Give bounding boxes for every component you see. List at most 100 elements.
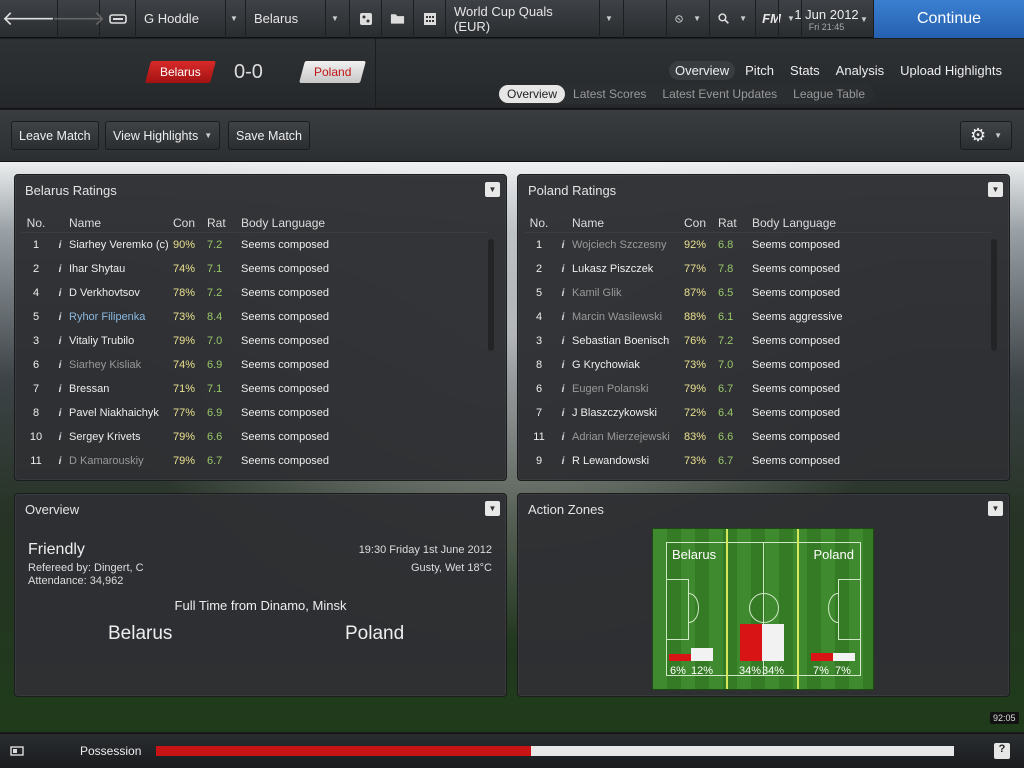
info-icon[interactable]: i bbox=[554, 240, 572, 251]
tab-analysis[interactable]: Analysis bbox=[830, 61, 890, 80]
col-name[interactable]: Name bbox=[572, 216, 684, 230]
table-row[interactable]: 4 i Marcin Wasilewski 88% 6.1 Seems aggressiv… bbox=[524, 305, 991, 329]
team-menu[interactable]: Belarus bbox=[246, 0, 326, 38]
player-name[interactable]: J Blaszczykowski bbox=[572, 407, 684, 419]
info-icon[interactable]: i bbox=[554, 288, 572, 299]
back-button[interactable]: 🡐 bbox=[0, 0, 58, 38]
table-row[interactable]: 6 i Eugen Polanski 79% 6.7 Seems composed bbox=[524, 377, 991, 401]
manager-dropdown[interactable]: ▼ bbox=[226, 0, 246, 38]
help-button[interactable]: ? bbox=[994, 743, 1010, 759]
info-icon[interactable]: i bbox=[554, 360, 572, 371]
info-icon[interactable]: i bbox=[51, 240, 69, 251]
scrollbar[interactable] bbox=[991, 239, 997, 351]
manager-menu[interactable]: G Hoddle bbox=[136, 0, 226, 38]
col-con[interactable]: Con bbox=[173, 216, 207, 230]
leave-match-button[interactable]: Leave Match bbox=[11, 121, 99, 150]
player-name[interactable]: Pavel Niakhaichyk bbox=[69, 407, 173, 419]
player-name[interactable]: Siarhey Veremko (c) bbox=[69, 239, 173, 251]
table-row[interactable]: 7 i Bressan 71% 7.1 Seems composed bbox=[21, 377, 488, 401]
player-name[interactable]: Siarhey Kisliak bbox=[69, 359, 173, 371]
info-icon[interactable]: i bbox=[554, 264, 572, 275]
player-name[interactable]: Ihar Shytau bbox=[69, 263, 173, 275]
settings-button[interactable]: ⚙ ▼ bbox=[960, 121, 1012, 150]
player-name[interactable]: D Verkhovtsov bbox=[69, 287, 173, 299]
away-team-badge[interactable]: Poland bbox=[299, 61, 367, 83]
table-row[interactable]: 3 i Sebastian Boenisch 76% 7.2 Seems composed bbox=[524, 329, 991, 353]
table-row[interactable]: 10 i Sergey Krivets 79% 6.6 Seems composed bbox=[21, 425, 488, 449]
table-row[interactable]: 2 i Lukasz Piszczek 77% 7.8 Seems composed bbox=[524, 257, 991, 281]
tab-upload-highlights[interactable]: Upload Highlights bbox=[894, 61, 1008, 80]
table-row[interactable]: 2 i Ihar Shytau 74% 7.1 Seems composed bbox=[21, 257, 488, 281]
table-row[interactable]: 11 i Adrian Mierzejewski 83% 6.6 Seems compos… bbox=[524, 425, 991, 449]
panel-menu-button[interactable]: ▼ bbox=[485, 501, 500, 516]
table-row[interactable]: 11 i D Kamarouskiy 79% 6.7 Seems composed bbox=[21, 449, 488, 473]
player-name[interactable]: Kamil Glik bbox=[572, 287, 684, 299]
player-name[interactable]: Sebastian Boenisch bbox=[572, 335, 684, 347]
player-name[interactable]: Ryhor Filipenka bbox=[69, 311, 173, 323]
table-row[interactable]: 7iJ Blaszczykowski 72% 6.4 Seems composed bbox=[524, 401, 991, 425]
table-row[interactable]: 5 i Kamil Glik 87% 6.5 Seems composed bbox=[524, 281, 991, 305]
info-icon[interactable]: i bbox=[554, 384, 572, 395]
info-icon[interactable]: i bbox=[554, 312, 572, 323]
info-icon[interactable]: i bbox=[51, 408, 69, 419]
competition-dropdown[interactable]: ▼ bbox=[600, 0, 624, 38]
continue-button[interactable]: Continue bbox=[874, 0, 1024, 38]
player-name[interactable]: Adrian Mierzejewski bbox=[572, 431, 684, 443]
date-dropdown[interactable]: ▼ bbox=[860, 0, 874, 38]
info-icon[interactable]: i bbox=[51, 264, 69, 275]
col-rat[interactable]: Rat bbox=[207, 216, 241, 230]
col-no[interactable]: No. bbox=[524, 216, 554, 230]
expand-button[interactable] bbox=[10, 745, 24, 756]
view-highlights-button[interactable]: View Highlights ▼ bbox=[105, 121, 221, 150]
player-name[interactable]: D Kamarouskiy bbox=[69, 455, 173, 467]
table-row[interactable]: 4iD Verkhovtsov 78% 7.2 Seems composed bbox=[21, 281, 488, 305]
subtab-latest-scores[interactable]: Latest Scores bbox=[565, 85, 654, 103]
player-name[interactable]: Eugen Polanski bbox=[572, 383, 684, 395]
calendar-button[interactable] bbox=[414, 0, 446, 38]
subtab-latest-event-updates[interactable]: Latest Event Updates bbox=[654, 85, 785, 103]
tactics-button[interactable] bbox=[350, 0, 382, 38]
col-rat[interactable]: Rat bbox=[718, 216, 752, 230]
player-name[interactable]: Marcin Wasilewski bbox=[572, 311, 684, 323]
panel-menu-button[interactable]: ▼ bbox=[988, 501, 1003, 516]
info-icon[interactable]: i bbox=[554, 456, 572, 467]
col-name[interactable]: Name bbox=[69, 216, 173, 230]
player-name[interactable]: R Lewandowski bbox=[572, 455, 684, 467]
subtab-league-table[interactable]: League Table bbox=[785, 85, 873, 103]
info-icon[interactable]: i bbox=[51, 456, 69, 467]
col-body-language[interactable]: Body Language bbox=[241, 216, 488, 230]
inbox-button[interactable] bbox=[100, 0, 136, 38]
info-icon[interactable]: i bbox=[51, 288, 69, 299]
player-name[interactable]: Bressan bbox=[69, 383, 173, 395]
col-no[interactable]: No. bbox=[21, 216, 51, 230]
info-icon[interactable]: i bbox=[51, 384, 69, 395]
col-body-language[interactable]: Body Language bbox=[752, 216, 991, 230]
folder-button[interactable] bbox=[382, 0, 414, 38]
info-icon[interactable]: i bbox=[554, 408, 572, 419]
table-row[interactable]: 5 i Ryhor Filipenka 73% 8.4 Seems composed bbox=[21, 305, 488, 329]
team-dropdown[interactable]: ▼ bbox=[326, 0, 350, 38]
tab-pitch[interactable]: Pitch bbox=[739, 61, 780, 80]
panel-menu-button[interactable]: ▼ bbox=[485, 182, 500, 197]
search-button[interactable]: ▼ bbox=[710, 0, 756, 38]
info-icon[interactable]: i bbox=[51, 432, 69, 443]
table-row[interactable]: 8 i Pavel Niakhaichyk 77% 6.9 Seems composed bbox=[21, 401, 488, 425]
competition-menu[interactable]: World Cup Quals (EUR) bbox=[446, 0, 600, 38]
panel-menu-button[interactable]: ▼ bbox=[988, 182, 1003, 197]
table-row[interactable]: 1 i Siarhey Veremko (c) 90% 7.2 Seems compose… bbox=[21, 233, 488, 257]
table-row[interactable]: 1 i Wojciech Szczesny 92% 6.8 Seems composed bbox=[524, 233, 991, 257]
info-icon[interactable]: i bbox=[51, 312, 69, 323]
table-row[interactable]: 9iR Lewandowski 73% 6.7 Seems composed bbox=[524, 449, 991, 473]
forward-button[interactable]: 🡒 bbox=[52, 0, 105, 38]
subtab-overview[interactable]: Overview bbox=[499, 85, 566, 103]
save-match-button[interactable]: Save Match bbox=[228, 121, 311, 150]
info-icon[interactable]: i bbox=[51, 336, 69, 347]
tab-overview[interactable]: Overview bbox=[668, 61, 736, 80]
scrollbar[interactable] bbox=[488, 239, 494, 351]
player-name[interactable]: Vitaliy Trubilo bbox=[69, 335, 173, 347]
table-row[interactable]: 8iG Krychowiak 73% 7.0 Seems composed bbox=[524, 353, 991, 377]
info-icon[interactable]: i bbox=[51, 360, 69, 371]
table-row[interactable]: 6 i Siarhey Kisliak 74% 6.9 Seems composed bbox=[21, 353, 488, 377]
player-name[interactable]: Sergey Krivets bbox=[69, 431, 173, 443]
player-name[interactable]: Wojciech Szczesny bbox=[572, 239, 684, 251]
